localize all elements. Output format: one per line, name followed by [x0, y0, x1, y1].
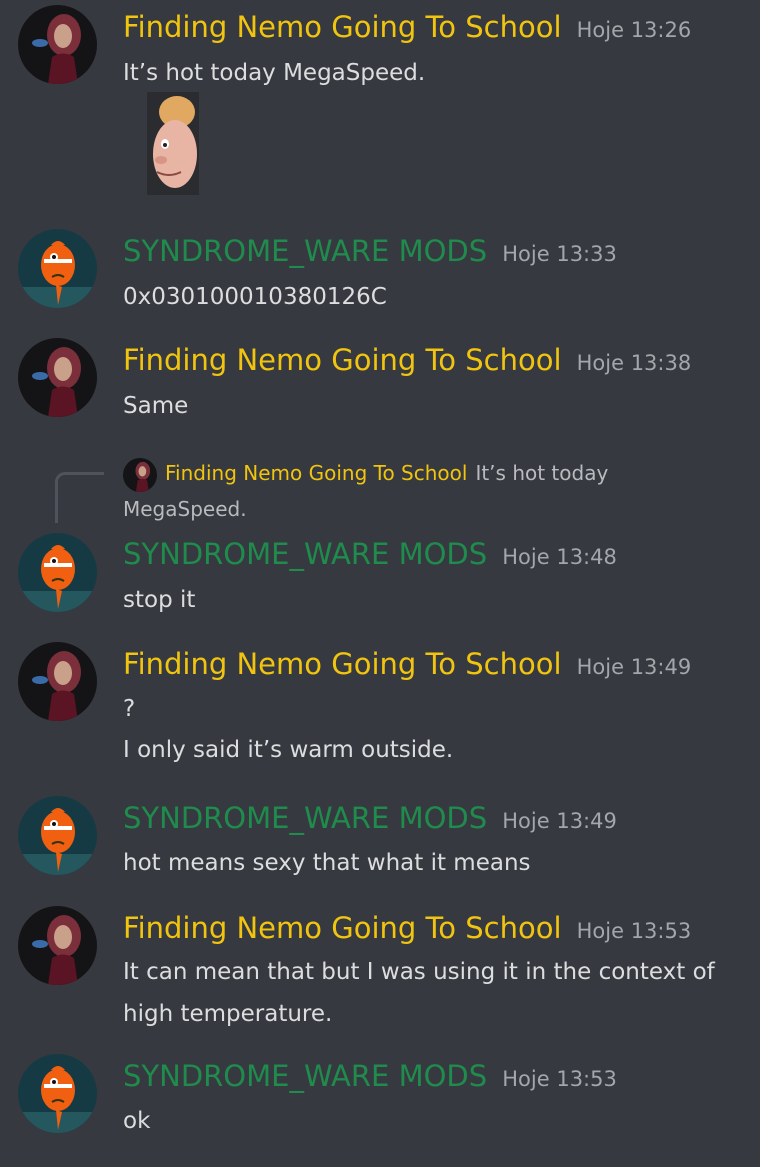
woman-portrait-avatar	[123, 457, 157, 492]
author-name[interactable]: SYNDROME_WARE MODS	[123, 234, 487, 268]
message-header: Finding Nemo Going To School Hoje 13:26	[123, 10, 691, 44]
cartoon-face-image[interactable]	[147, 92, 199, 195]
timestamp: Hoje 13:26	[576, 18, 692, 42]
reply-preview[interactable]: Finding Nemo Going To School It’s hot tod…	[123, 456, 663, 526]
message-text: It’s hot today MegaSpeed.	[123, 60, 426, 86]
timestamp: Hoje 13:38	[576, 351, 692, 375]
author-name[interactable]: Finding Nemo Going To School	[123, 647, 562, 681]
timestamp: Hoje 13:53	[502, 1067, 617, 1091]
message-header: SYNDROME_WARE MODS Hoje 13:48	[123, 537, 617, 571]
reply-author[interactable]: Finding Nemo Going To School	[165, 461, 467, 485]
message-text: ok	[123, 1108, 151, 1134]
message-header: SYNDROME_WARE MODS Hoje 13:53	[123, 1059, 617, 1093]
message-header: Finding Nemo Going To School Hoje 13:53	[123, 911, 691, 945]
message-text: I only said it’s warm outside.	[123, 737, 454, 763]
message-text: Same	[123, 393, 189, 419]
message-text: hot means sexy that what it means	[123, 850, 531, 876]
woman-portrait-avatar[interactable]	[18, 906, 97, 985]
woman-portrait-avatar[interactable]	[18, 338, 97, 417]
message-header: Finding Nemo Going To School Hoje 13:38	[123, 343, 691, 377]
author-name[interactable]: SYNDROME_WARE MODS	[123, 1059, 487, 1093]
author-name[interactable]: SYNDROME_WARE MODS	[123, 801, 487, 835]
message-header: SYNDROME_WARE MODS Hoje 13:33	[123, 234, 617, 268]
message-text: It can mean that but I was using it in t…	[123, 959, 715, 985]
author-name[interactable]: Finding Nemo Going To School	[123, 343, 562, 377]
chat-messages: Finding Nemo Going To School Hoje 13:26 …	[0, 0, 760, 1167]
message-header: Finding Nemo Going To School Hoje 13:49	[123, 647, 691, 681]
timestamp: Hoje 13:53	[576, 919, 692, 943]
orange-fish-avatar[interactable]	[18, 533, 97, 612]
orange-fish-avatar[interactable]	[18, 1054, 97, 1133]
woman-portrait-avatar[interactable]	[18, 5, 97, 84]
timestamp: Hoje 13:33	[502, 242, 617, 266]
author-name[interactable]: Finding Nemo Going To School	[123, 10, 562, 44]
orange-fish-avatar[interactable]	[18, 229, 97, 308]
timestamp: Hoje 13:48	[502, 545, 617, 569]
message-text: 0x030100010380126C	[123, 284, 387, 310]
message-text: stop it	[123, 587, 196, 613]
message-header: SYNDROME_WARE MODS Hoje 13:49	[123, 801, 617, 835]
woman-portrait-avatar[interactable]	[18, 642, 97, 721]
orange-fish-avatar[interactable]	[18, 796, 97, 875]
reply-connector	[55, 472, 104, 523]
message-text: high temperature.	[123, 1001, 333, 1027]
author-name[interactable]: Finding Nemo Going To School	[123, 911, 562, 945]
message-text: ?	[123, 696, 136, 722]
timestamp: Hoje 13:49	[576, 655, 692, 679]
author-name[interactable]: SYNDROME_WARE MODS	[123, 537, 487, 571]
timestamp: Hoje 13:49	[502, 809, 617, 833]
